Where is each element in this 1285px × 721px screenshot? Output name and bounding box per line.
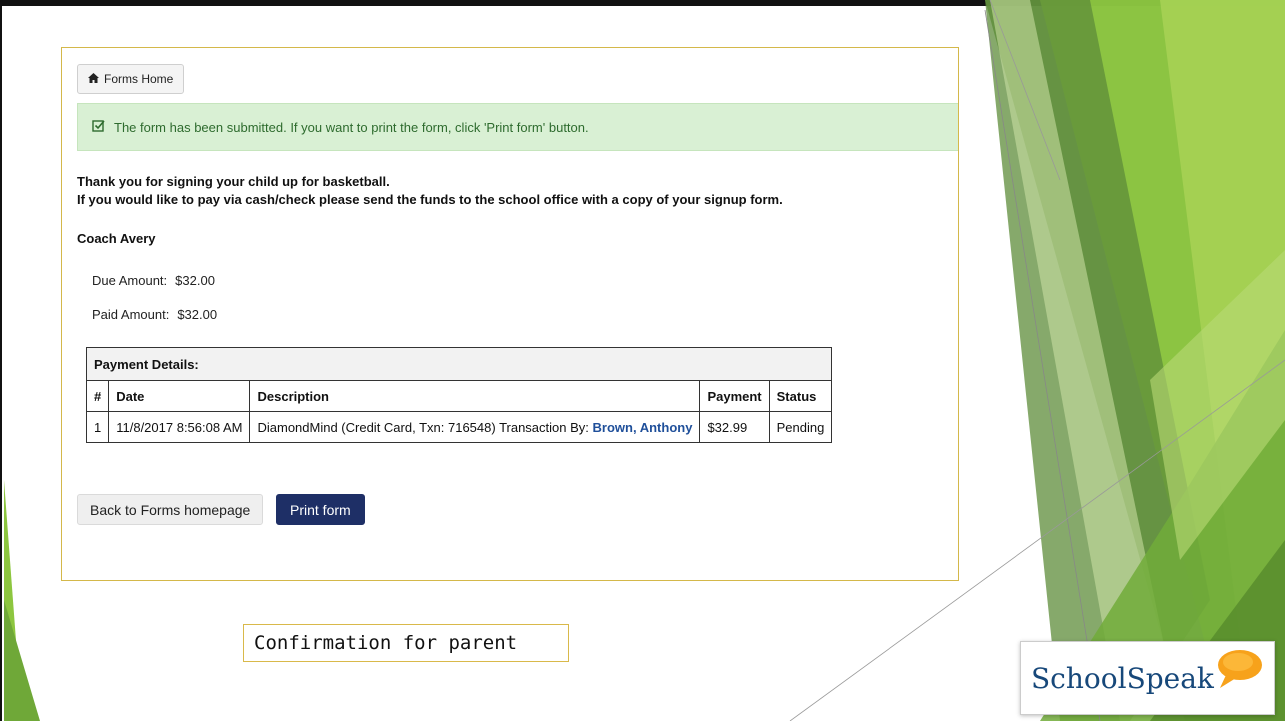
cell-payment: $32.99 bbox=[699, 411, 770, 443]
table-header-row: # Date Description Payment Status bbox=[85, 380, 833, 412]
message-line-1: Thank you for signing your child up for … bbox=[77, 174, 390, 189]
slide-top-border bbox=[0, 0, 1285, 6]
due-amount-value: $32.00 bbox=[175, 273, 215, 288]
description-text: DiamondMind (Credit Card, Txn: 716548) T… bbox=[257, 419, 589, 435]
column-header-date: Date bbox=[108, 380, 251, 412]
cell-description: DiamondMind (Credit Card, Txn: 716548) T… bbox=[249, 411, 701, 443]
cell-num: 1 bbox=[85, 411, 110, 443]
alert-text: The form has been submitted. If you want… bbox=[114, 119, 589, 135]
paid-amount-label: Paid Amount: bbox=[92, 307, 170, 322]
logo-text: SchoolSpeak bbox=[1031, 661, 1214, 695]
back-to-forms-button[interactable]: Back to Forms homepage bbox=[77, 494, 264, 525]
signature: Coach Avery bbox=[77, 231, 156, 246]
home-icon bbox=[88, 72, 99, 86]
cell-date: 11/8/2017 8:56:08 AM bbox=[108, 411, 251, 443]
column-header-num: # bbox=[85, 380, 110, 412]
paid-amount-value: $32.00 bbox=[177, 307, 218, 322]
form-confirmation-panel: Forms Home The form has been submitted. … bbox=[61, 47, 959, 581]
cell-status: Pending bbox=[768, 411, 833, 443]
paid-amount: Paid Amount: $32.00 bbox=[92, 307, 217, 322]
slide-caption: Confirmation for parent bbox=[243, 624, 569, 662]
success-alert: The form has been submitted. If you want… bbox=[77, 103, 958, 151]
check-square-icon bbox=[92, 119, 105, 135]
payment-details-caption: Payment Details: bbox=[85, 347, 833, 381]
due-amount: Due Amount: $32.00 bbox=[92, 273, 215, 288]
transaction-by-link[interactable]: Brown, Anthony bbox=[593, 420, 693, 435]
column-header-status: Status bbox=[768, 380, 833, 412]
schoolspeak-logo: SchoolSpeak bbox=[1020, 641, 1275, 715]
forms-home-label: Forms Home bbox=[104, 72, 174, 86]
payment-details-table: Payment Details: # Date Description Paym… bbox=[85, 347, 833, 443]
slide-left-border bbox=[0, 0, 2, 721]
due-amount-label: Due Amount: bbox=[92, 273, 168, 288]
forms-home-button[interactable]: Forms Home bbox=[77, 64, 185, 94]
column-header-description: Description bbox=[249, 380, 701, 412]
print-form-button[interactable]: Print form bbox=[276, 494, 365, 525]
speech-bubble-icon bbox=[1216, 648, 1264, 695]
table-row: 1 11/8/2017 8:56:08 AM DiamondMind (Cred… bbox=[85, 411, 833, 443]
column-header-payment: Payment bbox=[699, 380, 770, 412]
message-line-2: If you would like to pay via cash/check … bbox=[77, 192, 783, 207]
